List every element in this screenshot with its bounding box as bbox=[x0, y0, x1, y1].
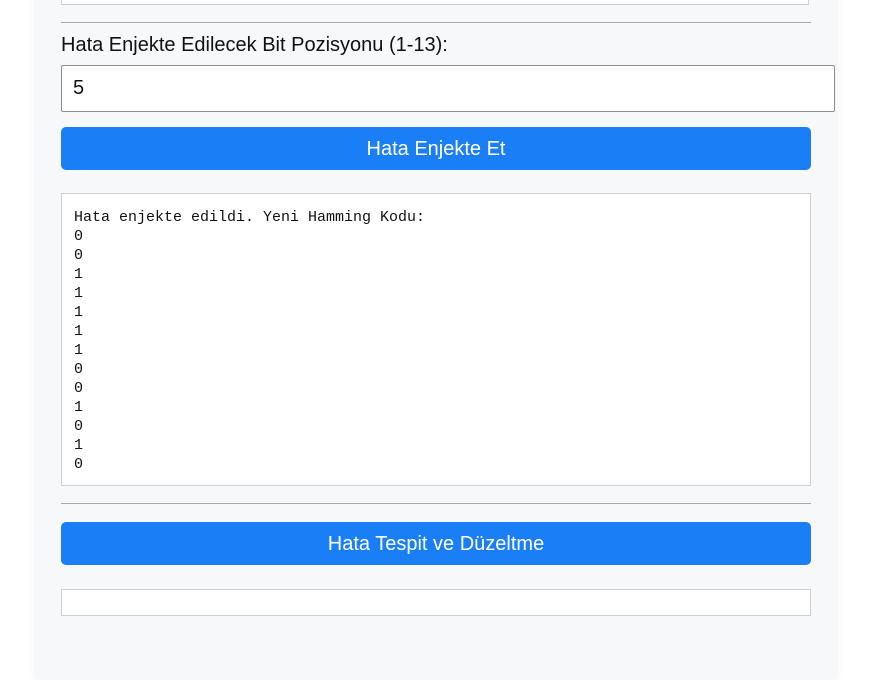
bit-position-input[interactable] bbox=[61, 65, 835, 112]
bit-line: 0 bbox=[74, 456, 84, 473]
bit-line: 1 bbox=[74, 342, 84, 359]
bit-line: 0 bbox=[74, 418, 84, 435]
section-divider bbox=[61, 22, 811, 23]
bit-line: 0 bbox=[74, 361, 84, 378]
bit-line: 1 bbox=[74, 285, 84, 302]
bit-line: 1 bbox=[74, 399, 84, 416]
bit-line: 0 bbox=[74, 247, 84, 264]
section-divider bbox=[61, 503, 811, 504]
detection-output-box bbox=[61, 589, 811, 616]
bit-line: 0 bbox=[74, 380, 84, 397]
bit-line: 1 bbox=[74, 266, 84, 283]
detect-and-correct-button[interactable]: Hata Tespit ve Düzeltme bbox=[61, 522, 811, 565]
bit-line: 1 bbox=[74, 323, 84, 340]
bit-line: 1 bbox=[74, 437, 84, 454]
injection-output-box: Hata enjekte edildi. Yeni Hamming Kodu: 0… bbox=[61, 193, 811, 486]
bit-position-label: Hata Enjekte Edilecek Bit Pozisyonu (1-1… bbox=[61, 34, 448, 56]
injection-output-heading: Hata enjekte edildi. Yeni Hamming Kodu: bbox=[74, 209, 426, 226]
bit-line: 0 bbox=[74, 228, 84, 245]
bit-line: 1 bbox=[74, 304, 84, 321]
previous-output-box bbox=[61, 0, 809, 5]
inject-error-button[interactable]: Hata Enjekte Et bbox=[61, 127, 811, 170]
